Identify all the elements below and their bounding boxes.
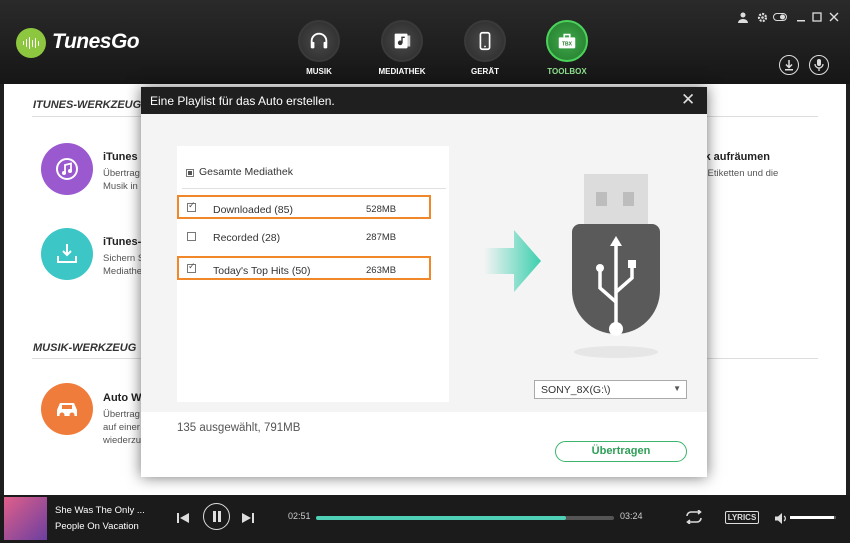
nav-toolbox[interactable]: TBX TOOLBOX — [541, 20, 593, 78]
volume-icon[interactable] — [775, 511, 787, 529]
phone-icon — [464, 20, 506, 62]
nav-mediathek[interactable]: MEDIATHEK — [376, 20, 428, 78]
song-artist: People On Vacation — [55, 521, 139, 532]
tool-desc: Übertrag Musik in — [103, 168, 140, 192]
pause-button[interactable] — [203, 503, 230, 530]
playlist-checkbox[interactable] — [187, 200, 196, 212]
progress-slider[interactable] — [316, 516, 614, 520]
dialog-footer: 135 ausgewählt, 791MB Übertragen — [141, 412, 707, 477]
download-icon[interactable] — [779, 55, 799, 75]
device-name: SONY_8X(G:\) — [541, 384, 611, 396]
tunesgo-logo-icon — [16, 28, 46, 58]
minimize-icon[interactable] — [796, 12, 806, 26]
playlist-name: Downloaded (85) — [213, 204, 293, 216]
gear-icon[interactable] — [757, 12, 768, 26]
device-select[interactable]: SONY_8X(G:\) ▼ — [534, 380, 687, 399]
maximize-icon[interactable] — [812, 12, 822, 26]
nav-geraet[interactable]: GERÄT — [459, 20, 511, 78]
dialog-header: Eine Playlist für das Auto erstellen. ✕ — [141, 87, 707, 114]
headphones-icon — [298, 20, 340, 62]
nav-label: GERÄT — [471, 67, 499, 76]
playlist-size: 263MB — [366, 265, 397, 276]
microphone-icon[interactable] — [809, 55, 829, 75]
previous-icon[interactable] — [177, 511, 189, 529]
backup-icon[interactable] — [41, 228, 93, 280]
playlist-checkbox[interactable] — [187, 261, 196, 273]
car-icon[interactable] — [41, 383, 93, 435]
music-transfer-icon[interactable] — [41, 143, 93, 195]
toolbox-badge: TBX — [562, 42, 573, 48]
dialog-title: Eine Playlist für das Auto erstellen. — [150, 94, 335, 108]
library-label: Gesamte Mediathek — [199, 166, 293, 178]
nav-musik[interactable]: MUSIK — [293, 20, 345, 78]
tool-desc: Sichern S Mediathe — [103, 253, 145, 277]
toolbox-icon: TBX — [546, 20, 588, 62]
header: TunesGo MUSIK MEDIATHEK GERÄT TBX TOOLBO… — [0, 0, 850, 84]
media-library-icon — [381, 20, 423, 62]
playlist-name: Today's Top Hits (50) — [213, 265, 311, 277]
tool-title[interactable]: Auto W — [103, 392, 141, 404]
section-title-itunes: ITUNES-WERKZEUG — [33, 99, 142, 111]
repeat-icon[interactable] — [685, 509, 703, 529]
dialog-close-icon[interactable]: ✕ — [681, 91, 695, 108]
player-bar: She Was The Only ... People On Vacation … — [0, 495, 850, 543]
volume-fill — [790, 516, 834, 519]
nav-label: TOOLBOX — [547, 67, 587, 76]
library-checkbox[interactable] — [186, 169, 194, 177]
create-playlist-dialog: Eine Playlist für das Auto erstellen. ✕ … — [141, 87, 707, 477]
tool-desc: Übertrag auf einer wiederzu — [103, 409, 142, 446]
song-title: She Was The Only ... — [55, 505, 145, 516]
next-icon[interactable] — [242, 511, 254, 529]
app-title: TunesGo — [52, 30, 140, 53]
playlist-size: 528MB — [366, 204, 397, 215]
close-icon[interactable] — [829, 12, 839, 26]
playlist-row[interactable]: Recorded (28) 287MB — [177, 227, 449, 249]
selection-summary: 135 ausgewählt, 791MB — [177, 422, 301, 434]
usb-drive-icon — [572, 174, 660, 358]
transfer-button[interactable]: Übertragen — [555, 441, 687, 462]
elapsed-time: 02:51 — [288, 511, 311, 521]
playlist-name: Recorded (28) — [213, 232, 281, 244]
playlist-row[interactable]: Today's Top Hits (50) 263MB — [177, 256, 431, 280]
transfer-arrow-icon — [484, 230, 541, 292]
album-cover[interactable] — [4, 497, 47, 540]
nav-label: MEDIATHEK — [378, 67, 426, 76]
toggle-icon[interactable] — [773, 12, 787, 26]
pause-icon — [212, 511, 221, 522]
progress-fill — [316, 516, 567, 520]
playlist-size: 287MB — [366, 232, 397, 243]
app-window: TunesGo MUSIK MEDIATHEK GERÄT TBX TOOLBO… — [0, 0, 850, 543]
chevron-down-icon: ▼ — [673, 384, 681, 393]
user-icon[interactable] — [738, 12, 748, 26]
playlist-list: Gesamte Mediathek Downloaded (85) 528MB … — [177, 146, 449, 402]
divider — [182, 188, 446, 189]
volume-slider[interactable] — [790, 516, 836, 519]
duration-time: 03:24 — [620, 511, 643, 521]
section-title-musik: MUSIK-WERKZEUG — [33, 342, 137, 354]
lyrics-button[interactable]: LYRICS — [725, 511, 759, 524]
playlist-checkbox[interactable] — [187, 232, 196, 241]
nav-label: MUSIK — [306, 67, 332, 76]
playlist-row[interactable]: Downloaded (85) 528MB — [177, 195, 431, 219]
library-row[interactable]: Gesamte Mediathek — [177, 161, 449, 183]
